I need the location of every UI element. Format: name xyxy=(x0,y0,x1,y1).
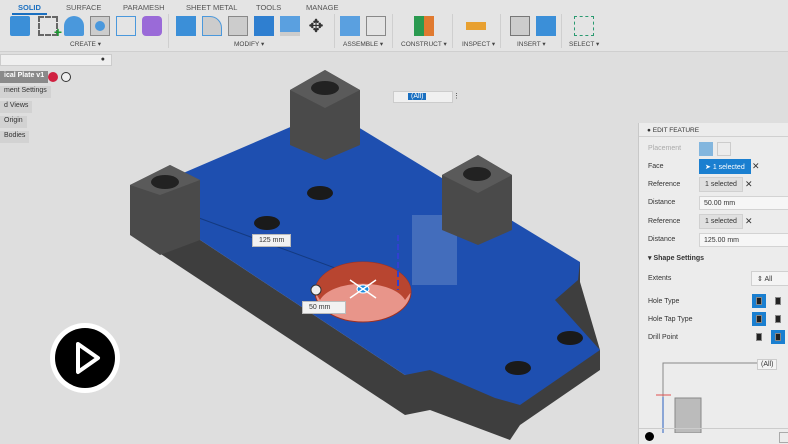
placement-label: Placement xyxy=(648,145,682,152)
press-pull-icon[interactable] xyxy=(176,16,196,36)
tab-sheet-metal[interactable]: SHEET METAL xyxy=(186,3,237,12)
joint-icon[interactable] xyxy=(366,16,386,36)
move-icon[interactable]: ✥ xyxy=(306,16,326,36)
hole-icon[interactable] xyxy=(90,16,110,36)
reference1-button[interactable]: 1 selected xyxy=(699,177,743,192)
selection-filter[interactable]: (All) ⋮ xyxy=(393,91,460,103)
pattern-icon[interactable] xyxy=(116,16,136,36)
tab-manage[interactable]: MANAGE xyxy=(306,3,339,12)
info-icon[interactable] xyxy=(645,432,654,441)
extrude-icon[interactable] xyxy=(10,16,30,36)
block-right xyxy=(442,155,512,245)
placement-multi-icon[interactable] xyxy=(717,142,731,156)
activate-radio-icon[interactable] xyxy=(61,72,71,82)
play-button[interactable] xyxy=(50,323,120,393)
fillet-icon[interactable] xyxy=(202,16,222,36)
construct-menu[interactable]: CONSTRUCT ▾ xyxy=(401,40,447,48)
face-clear-icon[interactable]: ✕ xyxy=(752,161,760,172)
tab-paramesh[interactable]: PARAMESH xyxy=(123,3,165,12)
dimension-50[interactable]: 50 mm xyxy=(302,301,346,314)
reference2-clear-icon[interactable]: ✕ xyxy=(745,216,753,227)
shape-settings-toggle[interactable]: ▾ Shape Settings xyxy=(648,254,704,262)
tab-surface[interactable]: SURFACE xyxy=(66,3,101,12)
tab-solid[interactable]: SOLID xyxy=(12,3,47,15)
revolve-icon[interactable] xyxy=(64,16,84,36)
reference1-clear-icon[interactable]: ✕ xyxy=(745,179,753,190)
distance2-input[interactable]: 125.00 mm xyxy=(699,233,788,247)
shell-icon[interactable] xyxy=(228,16,248,36)
edit-feature-panel: ● EDIT FEATURE Placement Face ➤ 1 select… xyxy=(638,123,788,444)
hole-type-counterbore-icon[interactable] xyxy=(771,294,785,308)
drill-flat-icon[interactable] xyxy=(752,330,766,344)
inspect-menu[interactable]: INSPECT ▾ xyxy=(462,40,495,48)
create-menu[interactable]: CREATE ▾ xyxy=(70,40,101,48)
filter-value: (All) xyxy=(408,93,427,100)
panel-footer xyxy=(639,428,788,444)
ok-button[interactable] xyxy=(779,432,788,443)
combine-icon[interactable] xyxy=(254,16,274,36)
tap-simple-icon[interactable] xyxy=(752,312,766,326)
block-left xyxy=(130,165,200,255)
diagram-extent-label: (All) xyxy=(757,359,778,370)
toolbar: SOLID SURFACE PARAMESH SHEET METAL TOOLS… xyxy=(0,0,788,52)
browser-item-named-views[interactable]: d Views xyxy=(0,101,33,113)
component-badge-icon xyxy=(48,72,58,82)
create-sketch-icon[interactable]: + xyxy=(38,16,62,40)
reference2-button[interactable]: 1 selected xyxy=(699,214,743,229)
insert-menu[interactable]: INSERT ▾ xyxy=(517,40,546,48)
dimension-125[interactable]: 125 mm xyxy=(252,234,292,247)
browser-item-root[interactable]: ical Plate v1 xyxy=(0,71,49,83)
new-component-icon[interactable] xyxy=(340,16,360,36)
select-icon[interactable] xyxy=(574,16,594,36)
placement-single-icon[interactable] xyxy=(699,142,713,156)
hole-type-simple-icon[interactable] xyxy=(752,294,766,308)
insert-derive-icon[interactable] xyxy=(510,16,530,36)
browser-item-origin[interactable]: Origin xyxy=(0,116,27,128)
panel-header: ● EDIT FEATURE xyxy=(639,123,788,137)
insert-image-icon[interactable] xyxy=(536,16,556,36)
browser-search[interactable]: ● xyxy=(0,54,112,66)
distance1-input[interactable]: 50.00 mm xyxy=(699,196,788,210)
form-icon[interactable] xyxy=(142,16,162,36)
offset-plane-icon[interactable] xyxy=(414,16,434,36)
split-body-icon[interactable] xyxy=(280,16,300,36)
orbit-handle-icon xyxy=(310,284,322,296)
panel-title: EDIT FEATURE xyxy=(652,127,700,134)
browser-item-bodies[interactable]: Bodies xyxy=(0,131,30,143)
block-top xyxy=(290,70,360,160)
modify-menu[interactable]: MODIFY ▾ xyxy=(234,40,264,48)
measure-icon[interactable] xyxy=(466,22,486,30)
tap-clearance-icon[interactable] xyxy=(771,312,785,326)
select-menu[interactable]: SELECT ▾ xyxy=(569,40,599,48)
extents-dropdown[interactable]: ⇕ All xyxy=(751,271,788,286)
drill-angle-icon[interactable] xyxy=(771,330,785,344)
face-select-button[interactable]: ➤ 1 selected xyxy=(699,159,751,174)
assemble-menu[interactable]: ASSEMBLE ▾ xyxy=(343,40,383,48)
browser-item-doc-settings[interactable]: ment Settings xyxy=(0,86,51,98)
tab-tools[interactable]: TOOLS xyxy=(256,3,281,12)
